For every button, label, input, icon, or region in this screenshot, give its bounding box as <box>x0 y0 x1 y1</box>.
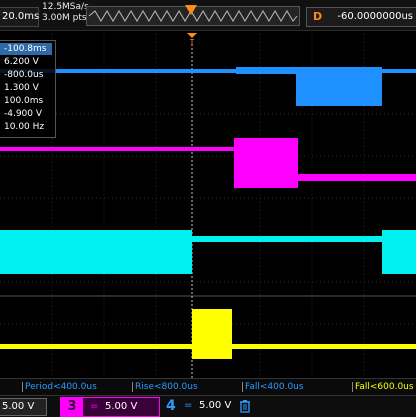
top-status-bar: 20.0ms 12.5MSa/s 3.00M pts D -60.0000000… <box>0 0 416 31</box>
memory-depth: 3.00M pts <box>42 13 87 23</box>
strip-separator <box>132 382 133 392</box>
ch3-control[interactable]: 3 = 5.00 V <box>60 397 160 417</box>
strip-separator <box>352 382 353 392</box>
measurement-value: 10.00 Hz <box>4 122 45 132</box>
measurement-results-panel[interactable]: -100.8ms 6.200 V -800.0us 1.300 V 100.0m… <box>0 40 56 138</box>
delay-value: -60.0000000us <box>337 11 413 22</box>
horizontal-delay[interactable]: D -60.0000000us <box>306 7 416 27</box>
ch3-number: 3 <box>61 398 83 416</box>
timebase-scale[interactable]: 20.0ms <box>0 7 39 27</box>
waveform-display[interactable]: T <box>0 30 416 378</box>
ch1-waveform <box>0 309 416 359</box>
measurement-value: 100.0ms <box>4 96 44 106</box>
ch4-coupling: = <box>184 400 193 411</box>
measure-fall[interactable]: Fall<400.0us <box>245 381 304 393</box>
ch3-coupling: = <box>90 401 99 412</box>
measure-period[interactable]: Period<400.0us <box>25 381 97 393</box>
trash-icon[interactable] <box>239 399 251 413</box>
ch3-scale: 5.00 V <box>105 401 138 412</box>
measurement-value: -100.8ms <box>4 44 47 54</box>
ch4-number[interactable]: 4 <box>166 397 176 415</box>
measurement-value: 6.200 V <box>4 57 39 67</box>
delay-label: D <box>313 10 323 23</box>
measurement-value: 1.300 V <box>4 83 39 93</box>
ch3-waveform <box>0 138 416 188</box>
trigger-position-marker-icon[interactable] <box>184 4 198 16</box>
measure-rise[interactable]: Rise<800.0us <box>135 381 198 393</box>
channel-bar: 5.00 V 3 = 5.00 V 4 = 5.00 V <box>0 395 416 417</box>
ch4-scale[interactable]: 5.00 V <box>199 397 231 415</box>
cyan-waveform <box>0 230 416 274</box>
measurement-value: -800.0us <box>4 70 44 80</box>
measurement-strip: Period<400.0us Rise<800.0us Fall<400.0us… <box>0 378 416 395</box>
ch4-waveform <box>0 67 416 106</box>
sample-rate: 12.5MSa/s <box>42 2 89 12</box>
ch1-scale[interactable]: 5.00 V <box>0 398 47 416</box>
measure-fall-ch1[interactable]: Fall<600.0us <box>355 381 414 393</box>
strip-separator <box>242 382 243 392</box>
acquisition-info: 12.5MSa/s 3.00M pts <box>42 2 89 24</box>
strip-separator <box>22 382 23 392</box>
measurement-value: -4.900 V <box>4 109 43 119</box>
